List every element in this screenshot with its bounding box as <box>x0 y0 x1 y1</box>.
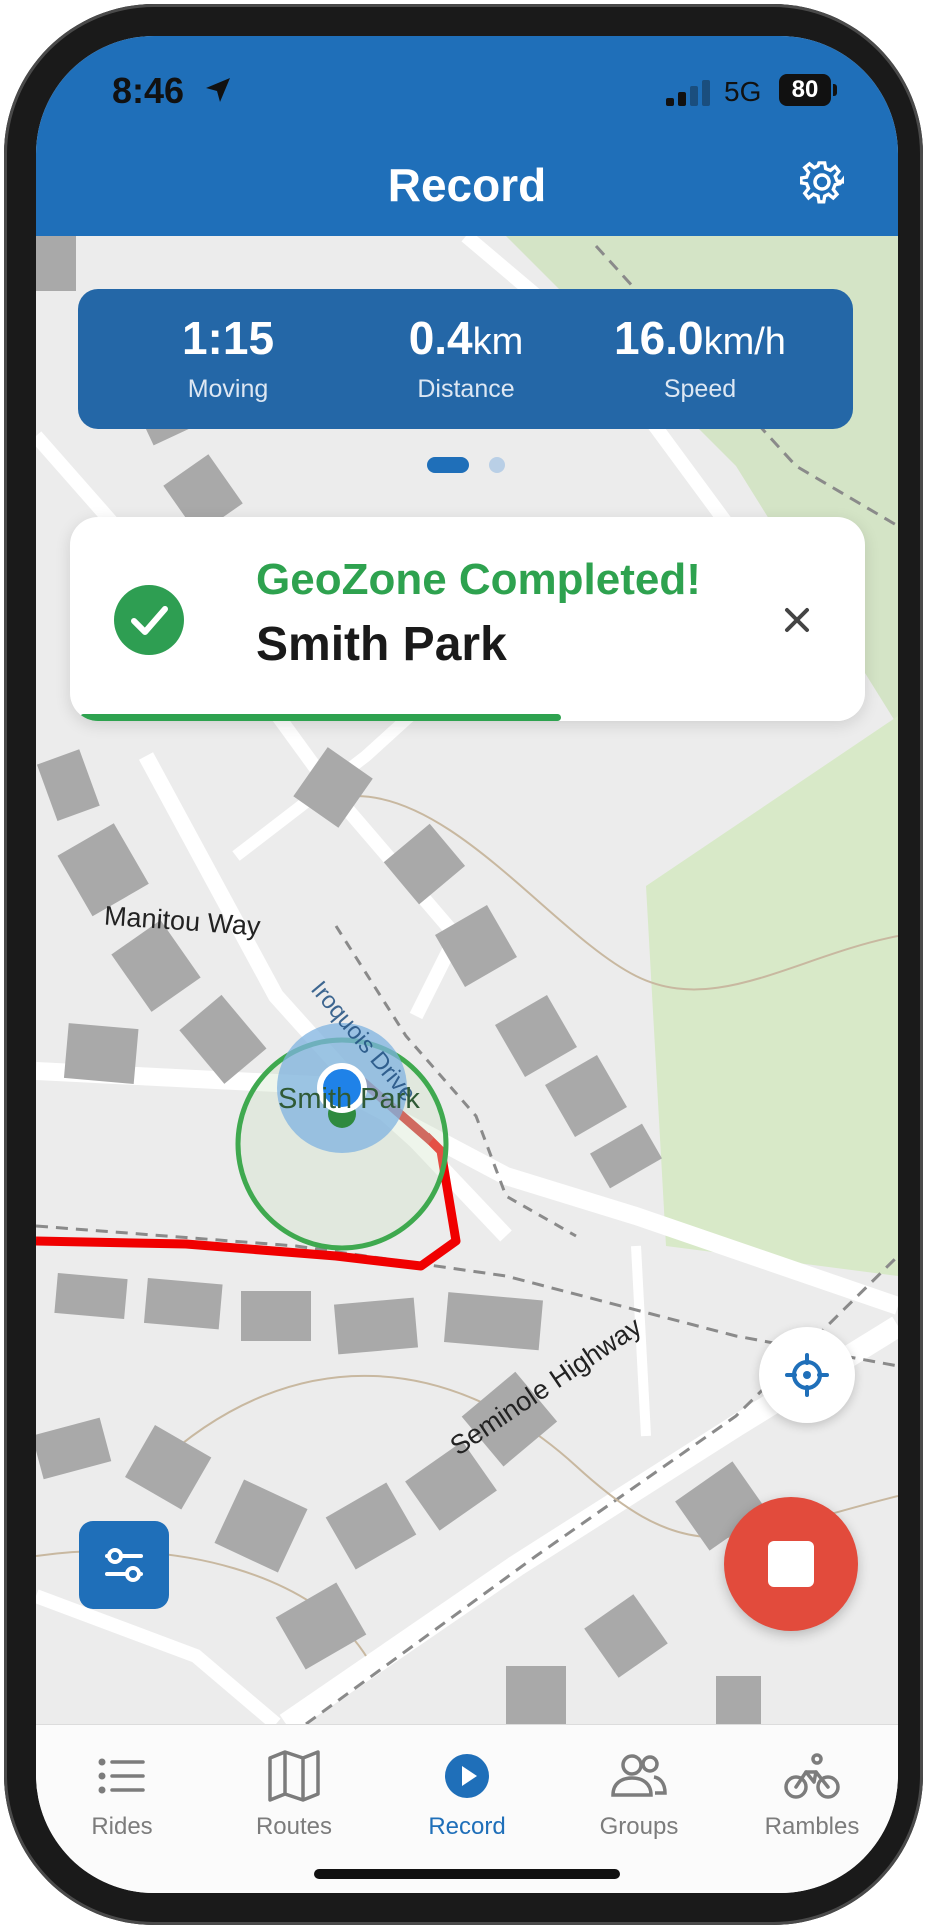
toast-heading: GeoZone Completed! <box>256 555 701 604</box>
tab-routes-label: Routes <box>255 1813 333 1840</box>
battery-tip <box>833 84 837 96</box>
recenter-location-button[interactable] <box>759 1327 855 1423</box>
home-indicator <box>314 1869 620 1879</box>
tab-rambles-label: Rambles <box>764 1813 860 1840</box>
stat-moving-label: Moving <box>187 375 269 403</box>
map-label-smith-park: Smith Park <box>278 1083 420 1115</box>
phone-frame: Manitou Way Seminole Highway Iroquois Dr… <box>0 0 927 1929</box>
stat-distance-label: Distance <box>417 375 515 403</box>
stat-distance-value: 0.4 <box>408 312 473 364</box>
tab-record[interactable]: Record <box>381 1747 553 1841</box>
sliders-icon <box>105 1548 143 1582</box>
toast-progress-bar <box>80 714 561 721</box>
pager-dot-active[interactable] <box>427 457 469 473</box>
tab-record-label: Record <box>428 1813 506 1840</box>
stop-recording-button[interactable] <box>724 1497 858 1631</box>
groups-icon <box>611 1754 667 1797</box>
tab-groups-label: Groups <box>599 1813 679 1840</box>
tab-groups[interactable]: Groups <box>553 1747 725 1841</box>
settings-gear-icon[interactable] <box>800 160 844 204</box>
battery-level: 80 <box>791 76 819 103</box>
cellular-signal-icon <box>666 80 710 106</box>
page-title: Record <box>387 159 547 211</box>
tab-rambles[interactable]: Rambles <box>726 1747 898 1841</box>
check-circle-icon <box>114 585 184 655</box>
network-type: 5G <box>724 76 762 107</box>
toast-progress-track <box>70 714 865 721</box>
stat-moving-time: 1:15 Moving <box>108 311 348 404</box>
stat-moving-value: 1:15 <box>181 312 275 364</box>
record-play-icon <box>445 1754 489 1798</box>
geozone-completed-toast[interactable]: GeoZone Completed! Smith Park <box>70 517 865 721</box>
crosshair-icon <box>785 1353 829 1397</box>
location-arrow-icon <box>206 78 230 102</box>
app-header: 8:46 5G 80 Record <box>36 36 898 236</box>
ride-stats-panel[interactable]: 1:15 Moving 0.4km Distance 16.0km/h Spee… <box>78 289 853 429</box>
bike-rider-icon <box>784 1753 840 1799</box>
stat-speed: 16.0km/h Speed <box>580 311 820 404</box>
tab-rides-label: Rides <box>91 1813 153 1840</box>
status-time: 8:46 <box>112 70 185 111</box>
stat-speed-label: Speed <box>663 375 737 403</box>
stat-distance-unit: km <box>472 321 524 363</box>
pager-dot[interactable] <box>489 457 505 473</box>
stat-speed-value: 16.0 <box>614 312 704 364</box>
tab-rides[interactable]: Rides <box>36 1747 208 1841</box>
toast-geozone-name: Smith Park <box>256 618 507 671</box>
map-layers-button[interactable] <box>79 1521 169 1609</box>
tab-routes[interactable]: Routes <box>208 1747 380 1841</box>
stop-square-icon <box>768 1541 814 1587</box>
stat-distance: 0.4km Distance <box>346 311 586 404</box>
close-icon[interactable] <box>772 595 822 645</box>
bottom-tab-bar: Rides Routes Record Groups Rambles <box>36 1724 898 1893</box>
list-icon <box>98 1758 145 1794</box>
stat-speed-unit: km/h <box>703 321 786 363</box>
battery-icon: 80 <box>779 74 831 106</box>
map-icon <box>268 1750 320 1802</box>
app-screen: Manitou Way Seminole Highway Iroquois Dr… <box>36 36 898 1893</box>
